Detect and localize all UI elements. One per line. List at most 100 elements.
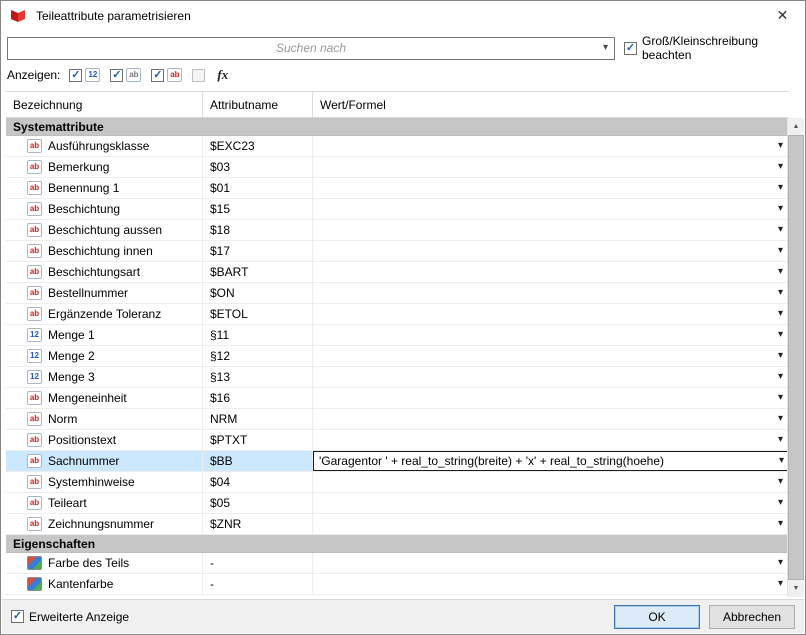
- value-dropdown-icon[interactable]: ▾: [778, 498, 783, 508]
- filter-checkbox-group[interactable]: ✓ab: [151, 68, 182, 82]
- value-dropdown-icon[interactable]: ▾: [778, 288, 783, 298]
- checkbox-checked-icon[interactable]: ✓: [151, 69, 164, 82]
- attribute-name-cell[interactable]: abMengeneinheit: [6, 388, 203, 408]
- attribute-value-cell[interactable]: 'Garagentor ' + real_to_string(breite) +…: [313, 451, 789, 471]
- attribute-name-cell[interactable]: abBestellnummer: [6, 283, 203, 303]
- table-row[interactable]: abMengeneinheit$16▾: [6, 388, 789, 409]
- attribute-name-cell[interactable]: abPositionstext: [6, 430, 203, 450]
- attribute-value-cell[interactable]: ▾: [313, 283, 789, 303]
- checkbox-checked-icon[interactable]: ✓: [11, 610, 24, 623]
- value-dropdown-icon[interactable]: ▾: [778, 246, 783, 256]
- value-dropdown-icon[interactable]: ▾: [778, 477, 783, 487]
- table-row[interactable]: Farbe des Teils-▾: [6, 553, 789, 574]
- table-row[interactable]: abBestellnummer$ON▾: [6, 283, 789, 304]
- attribute-value-cell[interactable]: ▾: [313, 220, 789, 240]
- table-row[interactable]: 12Menge 3§13▾: [6, 367, 789, 388]
- attribute-value-cell[interactable]: ▾: [313, 178, 789, 198]
- value-dropdown-icon[interactable]: ▾: [778, 393, 783, 403]
- attribute-value-cell[interactable]: ▾: [313, 430, 789, 450]
- search-input[interactable]: [8, 38, 590, 59]
- table-row[interactable]: abTeileart$05▾: [6, 493, 789, 514]
- attribute-name-cell[interactable]: abAusführungsklasse: [6, 136, 203, 156]
- attribute-value-cell[interactable]: ▾: [313, 346, 789, 366]
- attribute-name-cell[interactable]: abTeileart: [6, 493, 203, 513]
- table-row[interactable]: Kantenfarbe-▾: [6, 574, 789, 595]
- value-dropdown-icon[interactable]: ▾: [779, 456, 784, 466]
- attribute-value-cell[interactable]: ▾: [313, 136, 789, 156]
- attribute-value-cell[interactable]: ▾: [313, 325, 789, 345]
- search-combobox[interactable]: ▾: [7, 37, 615, 60]
- table-row[interactable]: abBeschichtung$15▾: [6, 199, 789, 220]
- attribute-name-cell[interactable]: Farbe des Teils: [6, 553, 203, 573]
- value-dropdown-icon[interactable]: ▾: [778, 519, 783, 529]
- table-row[interactable]: abErgänzende Toleranz$ETOL▾: [6, 304, 789, 325]
- filter-checkbox-group[interactable]: [192, 69, 205, 82]
- attribute-name-cell[interactable]: abSachnummer: [6, 451, 203, 471]
- fx-formula-icon[interactable]: fx: [217, 67, 228, 83]
- attribute-value-cell[interactable]: ▾: [313, 262, 789, 282]
- table-row[interactable]: 12Menge 1§11▾: [6, 325, 789, 346]
- attribute-value-cell[interactable]: ▾: [313, 514, 789, 534]
- scroll-down-icon[interactable]: ▼: [788, 580, 804, 597]
- attribute-value-cell[interactable]: ▾: [313, 472, 789, 492]
- attribute-name-cell[interactable]: abBemerkung: [6, 157, 203, 177]
- checkbox-checked-icon[interactable]: ✓: [69, 69, 82, 82]
- value-dropdown-icon[interactable]: ▾: [778, 309, 783, 319]
- checkbox-unchecked-icon[interactable]: [192, 69, 205, 82]
- attribute-value-cell[interactable]: ▾: [313, 388, 789, 408]
- attribute-value-cell[interactable]: ▾: [313, 553, 789, 573]
- attribute-value-cell[interactable]: ▾: [313, 493, 789, 513]
- attribute-name-cell[interactable]: abBeschichtung aussen: [6, 220, 203, 240]
- value-dropdown-icon[interactable]: ▾: [778, 267, 783, 277]
- table-row[interactable]: abAusführungsklasse$EXC23▾: [6, 136, 789, 157]
- extended-view-checkbox[interactable]: ✓ Erweiterte Anzeige: [11, 610, 129, 624]
- ok-button[interactable]: OK: [614, 605, 700, 629]
- attribute-value-cell[interactable]: ▾: [313, 409, 789, 429]
- attribute-name-cell[interactable]: abBenennung 1: [6, 178, 203, 198]
- attribute-name-cell[interactable]: abBeschichtung: [6, 199, 203, 219]
- attribute-value-cell[interactable]: ▾: [313, 574, 789, 594]
- value-dropdown-icon[interactable]: ▾: [778, 183, 783, 193]
- table-row[interactable]: abBeschichtung innen$17▾: [6, 241, 789, 262]
- value-dropdown-icon[interactable]: ▾: [778, 204, 783, 214]
- checkbox-checked-icon[interactable]: ✓: [110, 69, 123, 82]
- attribute-name-cell[interactable]: 12Menge 3: [6, 367, 203, 387]
- attribute-name-cell[interactable]: abNorm: [6, 409, 203, 429]
- value-dropdown-icon[interactable]: ▾: [778, 558, 783, 568]
- table-row[interactable]: abBeschichtung aussen$18▾: [6, 220, 789, 241]
- vertical-scrollbar[interactable]: ▲ ▼: [787, 118, 804, 597]
- attribute-name-cell[interactable]: abBeschichtung innen: [6, 241, 203, 261]
- table-row[interactable]: abBemerkung$03▾: [6, 157, 789, 178]
- table-row[interactable]: abSachnummer$BB'Garagentor ' + real_to_s…: [6, 451, 789, 472]
- column-header-bezeichnung[interactable]: Bezeichnung: [6, 92, 203, 117]
- scroll-up-icon[interactable]: ▲: [788, 118, 804, 135]
- filter-checkbox-group[interactable]: ✓ab: [110, 68, 141, 82]
- filter-checkbox-group[interactable]: ✓12: [69, 68, 100, 82]
- value-dropdown-icon[interactable]: ▾: [778, 372, 783, 382]
- attribute-name-cell[interactable]: 12Menge 2: [6, 346, 203, 366]
- attribute-value-cell[interactable]: ▾: [313, 304, 789, 324]
- attribute-name-cell[interactable]: abErgänzende Toleranz: [6, 304, 203, 324]
- attribute-name-cell[interactable]: abSystemhinweise: [6, 472, 203, 492]
- table-row[interactable]: abPositionstext$PTXT▾: [6, 430, 789, 451]
- value-dropdown-icon[interactable]: ▾: [778, 414, 783, 424]
- value-dropdown-icon[interactable]: ▾: [778, 141, 783, 151]
- attribute-value-cell[interactable]: ▾: [313, 199, 789, 219]
- value-dropdown-icon[interactable]: ▾: [778, 351, 783, 361]
- attribute-value-cell[interactable]: ▾: [313, 241, 789, 261]
- close-icon[interactable]: ✕: [760, 1, 805, 30]
- attribute-name-cell[interactable]: 12Menge 1: [6, 325, 203, 345]
- attribute-name-cell[interactable]: abBeschichtungsart: [6, 262, 203, 282]
- cancel-button[interactable]: Abbrechen: [709, 605, 795, 629]
- table-row[interactable]: abNormNRM▾: [6, 409, 789, 430]
- value-dropdown-icon[interactable]: ▾: [778, 162, 783, 172]
- value-dropdown-icon[interactable]: ▾: [778, 435, 783, 445]
- value-dropdown-icon[interactable]: ▾: [778, 225, 783, 235]
- case-sensitive-checkbox[interactable]: ✓ Groß/Kleinschreibung beachten: [624, 34, 801, 62]
- value-dropdown-icon[interactable]: ▾: [778, 579, 783, 589]
- table-row[interactable]: abSystemhinweise$04▾: [6, 472, 789, 493]
- attribute-value-cell[interactable]: ▾: [313, 157, 789, 177]
- column-header-attributname[interactable]: Attributname: [203, 92, 313, 117]
- attribute-name-cell[interactable]: abZeichnungsnummer: [6, 514, 203, 534]
- scrollbar-thumb[interactable]: [788, 135, 804, 580]
